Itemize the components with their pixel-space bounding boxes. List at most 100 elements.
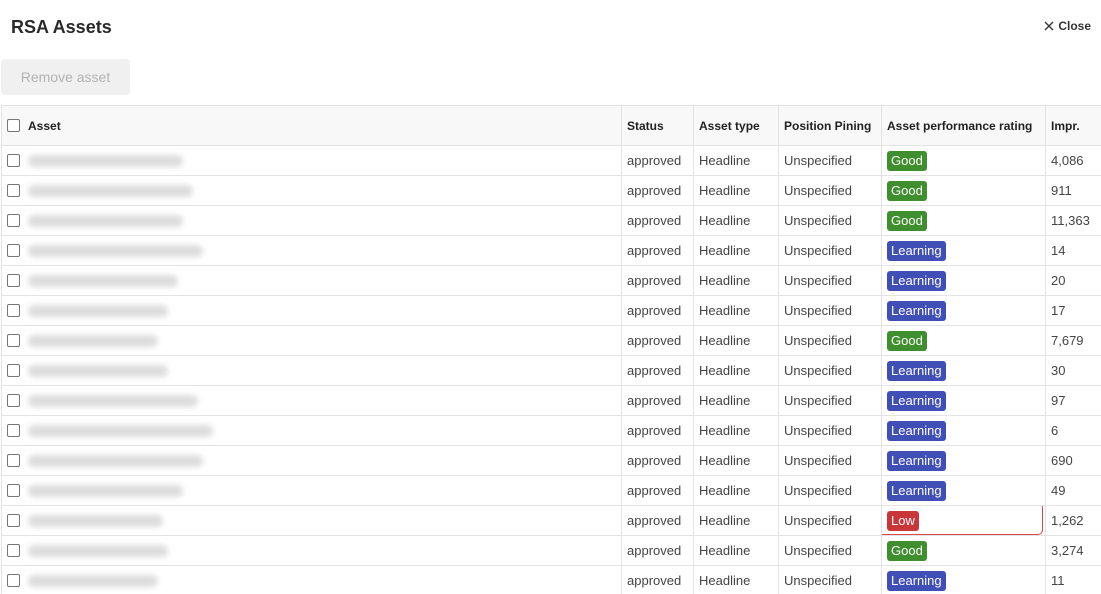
row-checkbox[interactable] (7, 424, 20, 437)
performance-rating-cell: Good (881, 535, 1046, 566)
row-checkbox[interactable] (7, 364, 20, 377)
impressions-cell: 690 (1045, 445, 1101, 476)
assets-table: Asset Status Asset type Position Pining … (1, 105, 1101, 594)
asset-type-cell: Headline (693, 325, 779, 356)
status-cell: approved (621, 385, 694, 416)
impressions-cell: 6 (1045, 415, 1101, 446)
table-row[interactable]: approved Headline Unspecified Learning 97 (1, 385, 1101, 416)
status-cell: approved (621, 235, 694, 266)
position-pining-cell: Unspecified (778, 505, 882, 536)
rating-badge: Learning (887, 420, 946, 441)
asset-cell (1, 445, 622, 476)
table-row[interactable]: approved Headline Unspecified Learning 14 (1, 235, 1101, 266)
impressions-cell: 911 (1045, 175, 1101, 206)
performance-rating-cell: Learning (881, 565, 1046, 594)
asset-cell (1, 505, 622, 536)
select-all-checkbox[interactable] (7, 119, 20, 132)
status-cell: approved (621, 505, 694, 536)
column-header-asset-type[interactable]: Asset type (693, 105, 779, 146)
rating-badge: Learning (887, 450, 946, 471)
blurred-asset-text (28, 514, 163, 527)
row-checkbox[interactable] (7, 334, 20, 347)
table-row[interactable]: approved Headline Unspecified Learning 6 (1, 415, 1101, 446)
asset-type-cell: Headline (693, 355, 779, 386)
blurred-asset-text (28, 364, 168, 377)
close-icon (1044, 21, 1054, 31)
rating-badge: Low (887, 510, 919, 531)
table-row[interactable]: approved Headline Unspecified Learning 11 (1, 565, 1101, 594)
column-header-performance-rating[interactable]: Asset performance rating (881, 105, 1046, 146)
blurred-asset-text (28, 424, 213, 437)
table-row[interactable]: approved Headline Unspecified Good 4,086 (1, 145, 1101, 176)
table-header-row: Asset Status Asset type Position Pining … (1, 105, 1101, 146)
row-checkbox[interactable] (7, 394, 20, 407)
blurred-asset-text (28, 304, 168, 317)
row-checkbox[interactable] (7, 214, 20, 227)
row-checkbox[interactable] (7, 274, 20, 287)
row-checkbox[interactable] (7, 514, 20, 527)
impressions-cell: 14 (1045, 235, 1101, 266)
impressions-cell: 49 (1045, 475, 1101, 506)
status-cell: approved (621, 565, 694, 594)
row-checkbox[interactable] (7, 484, 20, 497)
table-row[interactable]: approved Headline Unspecified Low 1,262 (1, 505, 1101, 536)
asset-type-cell: Headline (693, 385, 779, 416)
column-header-impressions[interactable]: Impr. (1045, 105, 1101, 146)
row-checkbox[interactable] (7, 244, 20, 257)
asset-type-cell: Headline (693, 295, 779, 326)
table-row[interactable]: approved Headline Unspecified Learning 30 (1, 355, 1101, 386)
row-checkbox[interactable] (7, 184, 20, 197)
blurred-asset-text (28, 244, 203, 257)
performance-rating-cell: Learning (881, 475, 1046, 506)
asset-cell (1, 385, 622, 416)
asset-type-cell: Headline (693, 205, 779, 236)
remove-asset-button[interactable]: Remove asset (1, 59, 130, 95)
status-cell: approved (621, 145, 694, 176)
table-row[interactable]: approved Headline Unspecified Good 911 (1, 175, 1101, 206)
asset-type-cell: Headline (693, 535, 779, 566)
column-header-position-pining[interactable]: Position Pining (778, 105, 882, 146)
blurred-asset-text (28, 214, 183, 227)
row-checkbox[interactable] (7, 454, 20, 467)
row-checkbox[interactable] (7, 154, 20, 167)
asset-type-cell: Headline (693, 475, 779, 506)
table-row[interactable]: approved Headline Unspecified Good 7,679 (1, 325, 1101, 356)
row-checkbox[interactable] (7, 304, 20, 317)
close-button[interactable]: Close (1044, 19, 1091, 33)
asset-cell (1, 565, 622, 594)
rating-badge: Good (887, 540, 927, 561)
blurred-asset-text (28, 454, 203, 467)
blurred-asset-text (28, 484, 183, 497)
close-label: Close (1058, 19, 1091, 33)
performance-rating-cell: Low (881, 505, 1046, 536)
asset-type-cell: Headline (693, 175, 779, 206)
table-row[interactable]: approved Headline Unspecified Learning 690 (1, 445, 1101, 476)
row-checkbox[interactable] (7, 544, 20, 557)
table-row[interactable]: approved Headline Unspecified Good 3,274 (1, 535, 1101, 566)
performance-rating-cell: Good (881, 205, 1046, 236)
status-cell: approved (621, 325, 694, 356)
performance-rating-cell: Learning (881, 265, 1046, 296)
impressions-cell: 11,363 (1045, 205, 1101, 236)
blurred-asset-text (28, 154, 183, 167)
assets-table-container: Asset Status Asset type Position Pining … (1, 105, 1101, 594)
column-header-status[interactable]: Status (621, 105, 694, 146)
rating-badge: Learning (887, 270, 946, 291)
table-row[interactable]: approved Headline Unspecified Good 11,363 (1, 205, 1101, 236)
table-row[interactable]: approved Headline Unspecified Learning 49 (1, 475, 1101, 506)
table-row[interactable]: approved Headline Unspecified Learning 17 (1, 295, 1101, 326)
impressions-cell: 3,274 (1045, 535, 1101, 566)
row-checkbox[interactable] (7, 574, 20, 587)
asset-cell (1, 325, 622, 356)
status-cell: approved (621, 295, 694, 326)
rating-badge: Learning (887, 570, 946, 591)
impressions-cell: 4,086 (1045, 145, 1101, 176)
status-cell: approved (621, 205, 694, 236)
rating-badge: Good (887, 180, 927, 201)
rating-badge: Good (887, 210, 927, 231)
impressions-cell: 11 (1045, 565, 1101, 594)
rating-badge: Good (887, 150, 927, 171)
table-row[interactable]: approved Headline Unspecified Learning 20 (1, 265, 1101, 296)
rating-badge: Learning (887, 480, 946, 501)
rating-badge: Learning (887, 360, 946, 381)
